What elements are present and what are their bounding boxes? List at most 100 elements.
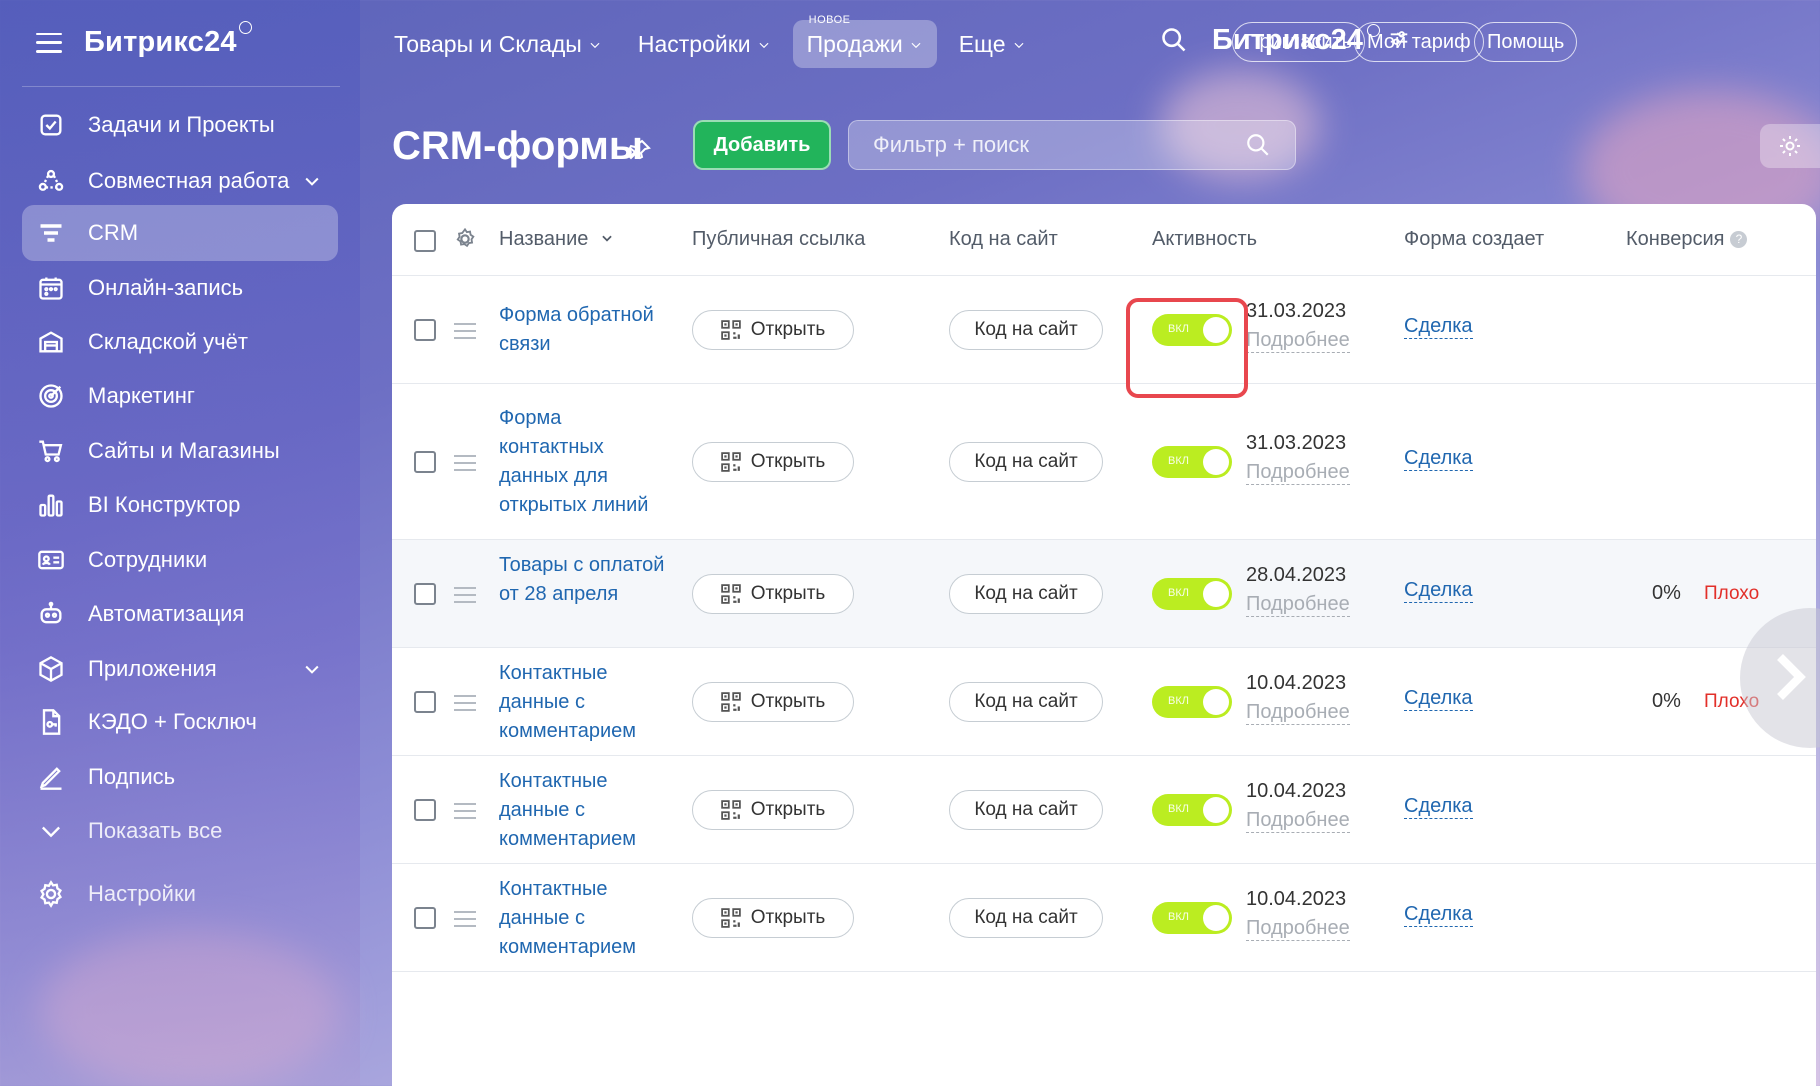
select-all-checkbox[interactable]	[414, 230, 436, 252]
search-icon[interactable]	[1160, 26, 1188, 59]
sidebar-item-warehouse[interactable]: Складской учёт	[22, 314, 338, 370]
open-public-link-button[interactable]: Открыть	[692, 682, 854, 722]
more-details-link[interactable]: Подробнее	[1246, 328, 1350, 353]
sidebar-item-crm-filter[interactable]: CRM	[22, 205, 338, 261]
activity-toggle[interactable]: ВКЛ	[1152, 794, 1232, 826]
form-creates-deal-link[interactable]: Сделка	[1404, 314, 1473, 339]
form-name-link[interactable]: Контактные данные с комментарием	[499, 659, 669, 746]
site-code-button[interactable]: Код на сайт	[949, 574, 1103, 614]
sidebar-item-gear[interactable]: Настройки	[22, 866, 338, 922]
more-details-link[interactable]: Подробнее	[1246, 808, 1350, 833]
more-details-link[interactable]: Подробнее	[1246, 592, 1350, 617]
form-creates-deal-link[interactable]: Сделка	[1404, 794, 1473, 819]
sidebar-item-bar-chart[interactable]: BI Конструктор	[22, 477, 338, 533]
sidebar-item-cube[interactable]: Приложения	[22, 641, 338, 697]
row-checkbox[interactable]	[414, 907, 436, 929]
form-name-link[interactable]: Форма обратной связи	[499, 301, 669, 359]
sidebar-item-label: Подпись	[88, 764, 176, 789]
pin-icon[interactable]	[628, 138, 652, 167]
open-public-link-button[interactable]: Открыть	[692, 574, 854, 614]
form-name-link[interactable]: Форма контактных данных для открытых лин…	[499, 404, 669, 520]
help-button[interactable]: Помощь	[1474, 22, 1578, 62]
add-button[interactable]: Добавить	[693, 120, 831, 170]
form-name-link[interactable]: Контактные данные с комментарием	[499, 875, 669, 962]
activity-toggle[interactable]: ВКЛ	[1152, 578, 1232, 610]
column-header-conversion[interactable]: Конверсия?	[1626, 228, 1748, 251]
drag-handle-icon[interactable]	[454, 911, 476, 932]
column-header-activity[interactable]: Активность	[1152, 228, 1257, 251]
site-code-button[interactable]: Код на сайт	[949, 898, 1103, 938]
sidebar-item-signature-pen[interactable]: Подпись	[22, 749, 338, 805]
site-code-button[interactable]: Код на сайт	[949, 310, 1103, 350]
activity-toggle[interactable]: ВКЛ	[1152, 902, 1232, 934]
bitrix24-logo[interactable]: Битрикс24	[84, 21, 252, 59]
form-creates-deal-link[interactable]: Сделка	[1404, 686, 1473, 711]
table-row[interactable]: Форма контактных данных для открытых лин…	[392, 384, 1816, 540]
activity-toggle[interactable]: ВКЛ	[1152, 446, 1232, 478]
my-tariff-button[interactable]: Мой тариф	[1354, 22, 1484, 62]
row-checkbox[interactable]	[414, 799, 436, 821]
top-nav-item-1[interactable]: Настройки	[624, 20, 785, 68]
row-checkbox[interactable]	[414, 319, 436, 341]
drag-handle-icon[interactable]	[454, 587, 476, 608]
sidebar-item-calendar[interactable]: Онлайн-запись	[22, 260, 338, 316]
menu-burger-icon[interactable]	[36, 32, 62, 53]
drag-handle-icon[interactable]	[454, 323, 476, 344]
open-public-link-button[interactable]: Открыть	[692, 898, 854, 938]
table-row[interactable]: Контактные данные с комментарием Открыть К…	[392, 756, 1816, 864]
chevron-down-icon[interactable]	[302, 659, 322, 685]
sidebar-item-cart[interactable]: Сайты и Магазины	[22, 423, 338, 479]
site-code-button[interactable]: Код на сайт	[949, 442, 1103, 482]
open-public-link-button[interactable]: Открыть	[692, 790, 854, 830]
help-question-icon[interactable]: ?	[1730, 231, 1748, 248]
site-code-button[interactable]: Код на сайт	[949, 790, 1103, 830]
sidebar-item-task-checkbox[interactable]: Задачи и Проекты	[22, 97, 338, 153]
signature-pen-icon	[36, 762, 66, 792]
site-code-button[interactable]: Код на сайт	[949, 682, 1103, 722]
page-settings-gear-icon[interactable]	[1760, 124, 1820, 168]
form-creates-deal-link[interactable]: Сделка	[1404, 902, 1473, 927]
sidebar-item-target[interactable]: Маркетинг	[22, 368, 338, 424]
column-header-public-link[interactable]: Публичная ссылка	[692, 228, 865, 251]
more-details-link[interactable]: Подробнее	[1246, 700, 1350, 725]
table-row[interactable]: Форма обратной связи Открыть Код на сайт ВК…	[392, 276, 1816, 384]
form-name-link[interactable]: Товары с оплатой от 28 апреля	[499, 551, 669, 609]
sidebar-item-collaboration[interactable]: Совместная работа	[22, 153, 338, 209]
sidebar-item-robot[interactable]: Автоматизация	[22, 586, 338, 642]
chevron-down-icon[interactable]	[302, 171, 322, 197]
sidebar-item-chevron-down[interactable]: Показать все	[22, 803, 338, 859]
toggle-knob	[1203, 797, 1229, 823]
top-nav-item-2[interactable]: НОВОЕ Продажи	[792, 14, 937, 68]
column-header-form-creates[interactable]: Форма создает	[1404, 228, 1544, 251]
table-row[interactable]: Контактные данные с комментарием Открыть К…	[392, 864, 1816, 972]
filter-search-input[interactable]: Фильтр + поиск	[848, 120, 1296, 170]
search-icon[interactable]	[1245, 132, 1271, 164]
sidebar-item-id-card[interactable]: Сотрудники	[22, 532, 338, 588]
top-nav-item-3[interactable]: Еще	[945, 20, 1040, 68]
column-settings-gear-icon[interactable]	[454, 227, 476, 256]
table-row[interactable]: Контактные данные с комментарием Открыть К…	[392, 648, 1816, 756]
row-checkbox[interactable]	[414, 451, 436, 473]
row-checkbox[interactable]	[414, 583, 436, 605]
form-name-link[interactable]: Контактные данные с комментарием	[499, 767, 669, 854]
invite-button[interactable]: Пригласить	[1232, 22, 1366, 62]
top-nav-item-0[interactable]: Товары и Склады	[380, 20, 616, 68]
column-header-site-code[interactable]: Код на сайт	[949, 228, 1058, 251]
activity-toggle[interactable]: ВКЛ	[1152, 686, 1232, 718]
table-row[interactable]: Товары с оплатой от 28 апреля Открыть Код …	[392, 540, 1816, 648]
column-header-name[interactable]: Название	[499, 228, 614, 251]
more-details-link[interactable]: Подробнее	[1246, 460, 1350, 485]
drag-handle-icon[interactable]	[454, 695, 476, 716]
new-badge: НОВОЕ	[808, 14, 851, 26]
more-details-link[interactable]: Подробнее	[1246, 916, 1350, 941]
sort-chevron-down-icon[interactable]	[600, 228, 614, 251]
open-public-link-button[interactable]: Открыть	[692, 442, 854, 482]
form-creates-deal-link[interactable]: Сделка	[1404, 578, 1473, 603]
drag-handle-icon[interactable]	[454, 455, 476, 476]
drag-handle-icon[interactable]	[454, 803, 476, 824]
form-creates-deal-link[interactable]: Сделка	[1404, 446, 1473, 471]
sidebar-item-document-key[interactable]: КЭДО + Госключ	[22, 694, 338, 750]
open-public-link-button[interactable]: Открыть	[692, 310, 854, 350]
robot-icon	[36, 599, 66, 629]
row-checkbox[interactable]	[414, 691, 436, 713]
